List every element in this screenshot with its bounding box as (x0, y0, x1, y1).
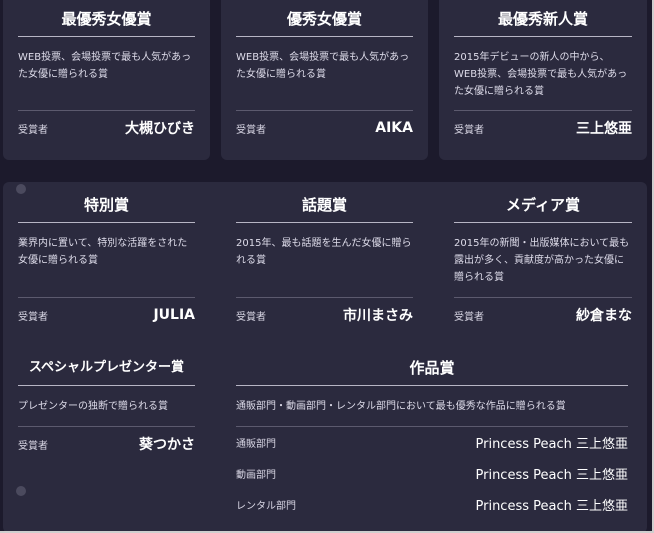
screenshot-frame (0, 0, 654, 533)
